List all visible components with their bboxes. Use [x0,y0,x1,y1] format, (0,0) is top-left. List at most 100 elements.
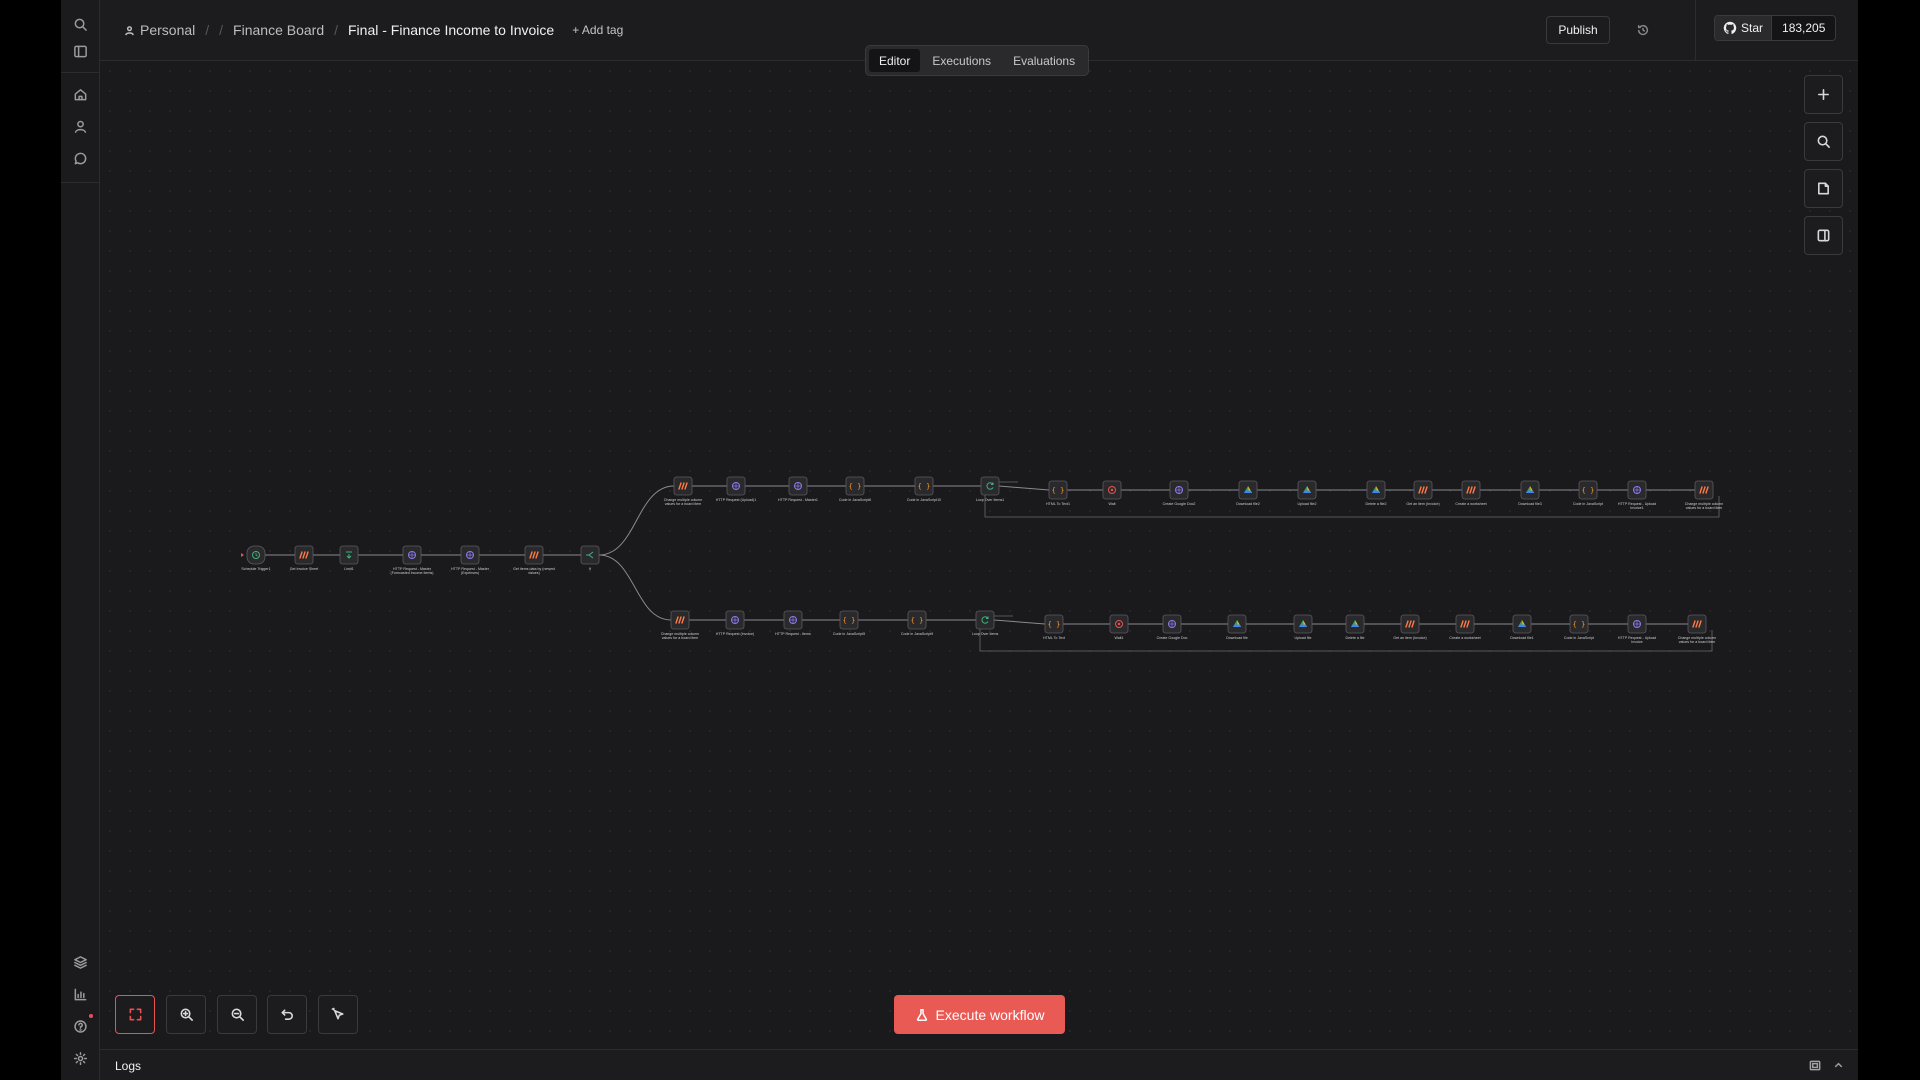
workflow-node[interactable]: Delete a file2 [1366,480,1387,506]
workflow-node[interactable]: Create a worksheet [1455,480,1487,506]
workflow-node[interactable]: Change multiple columnvalues for a board… [664,476,703,506]
workflow-node[interactable]: { } Code in JavaScript [1573,480,1603,506]
toggle-panel-button[interactable] [1804,216,1843,255]
node-title: Code in JavaScript5 [833,632,865,636]
help-icon[interactable] [69,1015,91,1037]
workflow-node[interactable]: Get items data by (newestvalues) [513,545,555,575]
workflow-node[interactable]: Create Google Doc [1157,614,1188,640]
home-icon[interactable] [69,83,91,105]
undo-button[interactable] [267,995,307,1034]
workflow-node[interactable]: Create a worksheet [1449,614,1481,640]
sticky-note-button[interactable] [1804,169,1843,208]
workflow-graph[interactable]: Schedule Trigger1 Get Invoice Sheet Limit1… [100,61,1858,1049]
settings-icon[interactable] [69,1047,91,1069]
workflow-node[interactable]: Change multiple columnvalues for a board… [1685,480,1724,510]
templates-icon[interactable] [69,951,91,973]
workflow-canvas[interactable]: Schedule Trigger1 Get Invoice Sheet Limit1… [100,61,1858,1049]
workflow-node[interactable]: HTTP Request - Master(Forecasted Income … [391,545,434,575]
node-title: Upload file [1295,636,1312,640]
workflow-node[interactable]: Get Invoice Sheet [290,545,319,571]
publish-button[interactable]: Publish [1546,16,1610,44]
zoom-in-button[interactable] [166,995,206,1034]
workflow-node[interactable]: Loop Over Items [972,610,999,636]
github-star-widget[interactable]: Star 183,205 [1714,15,1837,41]
connection-edge[interactable] [998,485,1050,491]
workflow-node[interactable]: Wait [1102,480,1122,506]
node-box[interactable] [975,610,995,630]
workflow-node[interactable]: Get an item (Invoice) [1406,480,1440,506]
loop-back-edge[interactable] [984,492,1720,518]
connection-edge[interactable] [993,619,1046,625]
workflow-node[interactable]: Upload file [1293,614,1313,640]
fit-view-button[interactable] [115,995,155,1034]
node-box[interactable] [580,545,600,565]
workflow-node[interactable]: { } Code in JavaScript [1564,614,1594,640]
search-icon[interactable] [69,13,91,35]
tab-executions[interactable]: Executions [922,49,1001,72]
workflow-node[interactable]: { } Code in JavaScript5 [833,610,865,636]
chevron-up-icon[interactable] [1832,1059,1845,1072]
breadcrumb-folder[interactable]: Finance Board [233,22,324,38]
workflow-node[interactable]: Delete a file [1346,614,1365,640]
workflow-node[interactable]: { } Code in JavaScript10 [907,476,941,502]
workflow-node[interactable]: Limit1 [339,545,359,571]
workflow-node[interactable]: If [580,545,600,571]
node-title: Create Google Doc2 [1163,502,1196,506]
workflow-node[interactable]: HTTP Request - Items [775,610,811,636]
workflow-node[interactable]: Download file3 [1518,480,1542,506]
sticky-note-icon [1818,182,1829,195]
logs-panel[interactable]: Logs [100,1049,1858,1080]
node-box[interactable] [980,476,1000,496]
workflow-node[interactable]: Create Google Doc2 [1163,480,1196,506]
workflow-node[interactable]: HTTP Request - UploadInvoice [1618,614,1656,644]
github-star-button[interactable]: Star [1715,16,1773,40]
workflow-node[interactable]: Download file [1226,614,1248,640]
workflow-node[interactable]: HTTP Request - Master(Expenses) [451,545,490,575]
workflow-node[interactable]: HTTP Request (Upload)1 [716,476,756,502]
workflow-node[interactable]: Schedule Trigger1 [241,545,271,571]
connection-edge[interactable] [598,485,675,556]
node-title: Download file3 [1518,502,1542,506]
node-title: (Expenses) [461,571,479,575]
workflow-node[interactable]: { } HTML To Text1 [1046,480,1070,506]
node-title: Loop Over Items [972,632,999,636]
panel-icon[interactable] [69,40,91,62]
workflow-node[interactable]: Download file1 [1510,614,1534,640]
workflow-node[interactable]: HTTP Request (Invoice) [716,610,754,636]
workflow-node[interactable]: Upload file2 [1298,480,1317,506]
zoom-out-button[interactable] [217,995,257,1034]
tidy-up-button[interactable] [318,995,358,1034]
workflow-name[interactable]: Final - Finance Income to Invoice [348,22,554,38]
workflow-node[interactable]: Wait1 [1109,614,1129,640]
code-icon: { } [843,617,856,625]
code-icon: { } [911,617,924,625]
tab-evaluations[interactable]: Evaluations [1003,49,1085,72]
node-title: Invoice1 [1630,506,1643,510]
tab-editor[interactable]: Editor [869,49,921,72]
insights-icon[interactable] [69,983,91,1005]
add-node-button[interactable] [1804,75,1843,114]
zoom-in-icon [180,1008,193,1021]
workflow-node[interactable]: { } Code in JavaScript9 [901,610,933,636]
workflow-node[interactable]: Get an item (Invoice) [1393,614,1427,640]
workflow-node[interactable]: { } Code in JavaScript6 [839,476,871,502]
workflow-node[interactable]: Download file2 [1236,480,1260,506]
popout-icon[interactable] [1809,1059,1822,1072]
breadcrumb-separator: / [219,22,224,38]
execute-workflow-button[interactable]: Execute workflow [894,995,1065,1034]
workflow-node[interactable]: Change multiple columnvalues for a board… [1678,614,1717,644]
breadcrumb-project[interactable]: Personal [124,22,195,38]
add-tag-button[interactable]: + Add tag [572,23,623,37]
history-icon[interactable] [1633,20,1653,40]
workflow-node[interactable]: HTTP Request - Master1 [778,476,818,502]
workflow-node[interactable]: HTTP Request - UploadInvoice1 [1618,480,1656,510]
workflow-node[interactable]: Loop Over Items1 [976,476,1005,502]
trigger-bolt-icon [241,553,244,557]
workflow-node[interactable]: Change multiple columnvalues for a board… [661,610,700,640]
node-title: values for a board item [1679,640,1716,644]
search-nodes-button[interactable] [1804,122,1843,161]
chat-icon[interactable] [69,147,91,169]
connection-edge[interactable] [598,554,672,621]
workflow-node[interactable]: { } HTML To Text [1043,614,1065,640]
user-icon[interactable] [69,115,91,137]
